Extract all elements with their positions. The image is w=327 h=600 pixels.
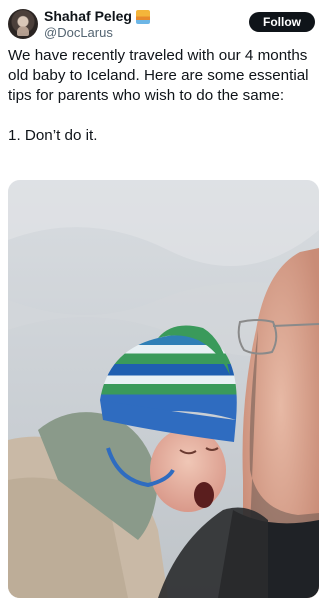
tweet-header: Shahaf Peleg @DocLarus Follow [8, 8, 315, 42]
follow-button[interactable]: Follow [249, 12, 315, 32]
post-photo[interactable] [8, 180, 319, 598]
post-text: We have recently traveled with our 4 mon… [8, 47, 309, 144]
user-handle[interactable]: @DocLarus [44, 25, 113, 41]
sunset-emoji-icon [135, 9, 150, 24]
display-name[interactable]: Shahaf Peleg [44, 8, 132, 25]
avatar[interactable] [8, 9, 38, 39]
name-row: Shahaf Peleg [44, 8, 150, 25]
